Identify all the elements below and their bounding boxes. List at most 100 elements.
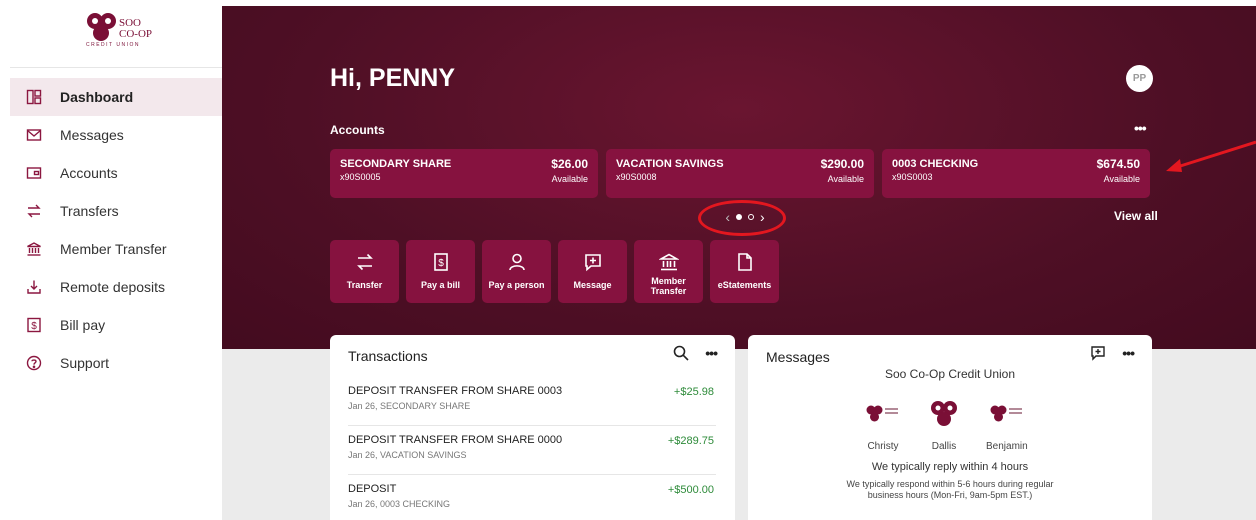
staff-name: Benjamin	[986, 441, 1028, 452]
sidebar-item-label: Dashboard	[60, 89, 134, 105]
action-label: Message	[573, 280, 612, 290]
sidebar-nav: Dashboard Messages Accounts Transfers Me…	[10, 78, 222, 382]
action-label: Pay a person	[488, 280, 545, 290]
transaction-detail: Jan 26, VACATION SAVINGS	[348, 450, 467, 460]
bill-icon: $	[433, 253, 448, 271]
staff-avatar	[990, 399, 1024, 429]
pay-person-action-button[interactable]: Pay a person	[482, 240, 551, 303]
view-all-link[interactable]: View all	[1114, 209, 1158, 223]
account-number: x90S0008	[616, 172, 657, 182]
sidebar-item-label: Remote deposits	[60, 279, 166, 295]
transactions-title: Transactions	[348, 348, 428, 364]
reply-time-title: We typically reply within 4 hours	[871, 461, 1029, 473]
messages-more-button[interactable]: •••	[1122, 345, 1135, 361]
staff-dallis[interactable]: Dallis	[930, 399, 958, 452]
account-balance: $290.00	[820, 157, 864, 171]
messages-title: Messages	[766, 349, 830, 365]
reply-detail-line1: We typically respond within 5-6 hours du…	[846, 479, 1054, 489]
logo-mark-icon	[87, 13, 116, 41]
transaction-name: DEPOSIT TRANSFER FROM SHARE 0003	[348, 385, 563, 397]
staff-benjamin[interactable]: Benjamin	[986, 399, 1028, 452]
table-row[interactable]: DEPOSIT Jan 26, 0003 CHECKING +$500.00	[348, 475, 716, 520]
search-icon[interactable]	[673, 345, 689, 361]
staff-avatar	[930, 399, 958, 429]
logo-subtitle: CREDIT UNION	[86, 42, 141, 48]
message-action-button[interactable]: Message	[558, 240, 627, 303]
sidebar-item-transfers[interactable]: Transfers	[10, 192, 222, 230]
transfer-action-button[interactable]: Transfer	[330, 240, 399, 303]
sidebar-item-remote-deposits[interactable]: Remote deposits	[10, 268, 222, 306]
accounts-more-button[interactable]: •••	[1134, 120, 1147, 136]
transaction-amount: +$500.00	[667, 484, 714, 496]
new-message-icon[interactable]	[1090, 345, 1106, 361]
account-name: VACATION SAVINGS	[616, 158, 724, 170]
table-row[interactable]: DEPOSIT TRANSFER FROM SHARE 0003 Jan 26,…	[348, 377, 716, 426]
svg-text:$: $	[31, 321, 37, 332]
transfer-icon	[356, 253, 373, 271]
staff-name: Dallis	[931, 441, 957, 452]
sidebar-item-support[interactable]: Support	[10, 344, 222, 382]
message-plus-icon	[584, 254, 601, 272]
wallet-icon	[26, 165, 42, 181]
account-status: Available	[551, 174, 588, 184]
accounts-title: Accounts	[330, 123, 385, 137]
sidebar-item-label: Transfers	[60, 203, 119, 219]
account-card-secondary-share[interactable]: SECONDARY SHARE x90S0005 $26.00 Availabl…	[330, 149, 598, 198]
transaction-amount: +$25.98	[673, 386, 714, 398]
sidebar-item-label: Member Transfer	[60, 241, 167, 257]
credit-union-name: Soo Co-Op Credit Union	[884, 367, 1016, 381]
sidebar-divider	[10, 67, 222, 68]
sidebar-item-member-transfer[interactable]: Member Transfer	[10, 230, 222, 268]
account-card-checking[interactable]: 0003 CHECKING x90S0003 $674.50 Available	[882, 149, 1150, 198]
sidebar: SOO CO-OP CREDIT UNION Dashboard Message…	[0, 0, 222, 520]
transaction-name: DEPOSIT	[348, 483, 397, 495]
member-transfer-action-button[interactable]: Member Transfer	[634, 240, 703, 303]
greeting: Hi, PENNY	[330, 64, 456, 92]
action-label: eStatements	[717, 280, 772, 290]
pay-bill-action-button[interactable]: $ Pay a bill	[406, 240, 475, 303]
staff-avatar	[866, 399, 900, 429]
estatements-action-button[interactable]: eStatements	[710, 240, 779, 303]
sidebar-item-label: Bill pay	[60, 317, 106, 333]
staff-christy[interactable]: Christy	[866, 399, 900, 452]
reply-time-detail: We typically respond within 5-6 hours du…	[748, 479, 1152, 501]
transaction-detail: Jan 26, 0003 CHECKING	[348, 499, 451, 509]
sidebar-item-label: Support	[60, 355, 110, 371]
messages-tools: •••	[1090, 345, 1135, 361]
logo-mark-icon	[990, 405, 1022, 422]
sidebar-item-label: Messages	[60, 127, 124, 143]
account-number: x90S0003	[892, 172, 933, 182]
action-label: Member Transfer	[650, 276, 687, 296]
transactions-panel: Transactions ••• DEPOSIT TRANSFER FROM S…	[330, 335, 735, 520]
staff-name: Christy	[867, 441, 899, 452]
envelope-icon	[26, 127, 42, 143]
bank-icon	[658, 253, 679, 271]
dashboard-icon	[26, 89, 42, 105]
transactions-more-button[interactable]: •••	[705, 345, 718, 361]
account-name: SECONDARY SHARE	[340, 158, 452, 170]
account-status: Available	[1103, 174, 1140, 184]
sidebar-item-accounts[interactable]: Accounts	[10, 154, 222, 192]
person-icon	[508, 253, 525, 271]
sidebar-item-label: Accounts	[60, 165, 118, 181]
table-row[interactable]: DEPOSIT TRANSFER FROM SHARE 0000 Jan 26,…	[348, 426, 716, 475]
transfer-arrows-icon	[26, 203, 42, 219]
sidebar-item-messages[interactable]: Messages	[10, 116, 222, 154]
sidebar-item-dashboard[interactable]: Dashboard	[10, 78, 222, 116]
brand-logo[interactable]: SOO CO-OP CREDIT UNION	[86, 12, 176, 56]
quick-actions: Transfer $ Pay a bill Pay a person Messa…	[330, 240, 779, 303]
transaction-detail: Jan 26, SECONDARY SHARE	[348, 401, 471, 411]
highlight-circle-annotation	[698, 200, 786, 236]
svg-text:$: $	[438, 258, 444, 269]
deposit-icon	[26, 279, 42, 295]
logo-mark-icon	[931, 401, 957, 426]
bill-icon: $	[26, 317, 42, 333]
account-card-vacation-savings[interactable]: VACATION SAVINGS x90S0008 $290.00 Availa…	[606, 149, 874, 198]
transaction-amount: +$289.75	[667, 435, 714, 447]
sidebar-item-bill-pay[interactable]: $ Bill pay	[10, 306, 222, 344]
logo-mark-icon	[866, 405, 898, 422]
transactions-tools: •••	[673, 345, 718, 361]
avatar[interactable]: PP	[1126, 65, 1153, 92]
transaction-name: DEPOSIT TRANSFER FROM SHARE 0000	[348, 434, 563, 446]
logo-text-line2: CO-OP	[119, 28, 153, 40]
